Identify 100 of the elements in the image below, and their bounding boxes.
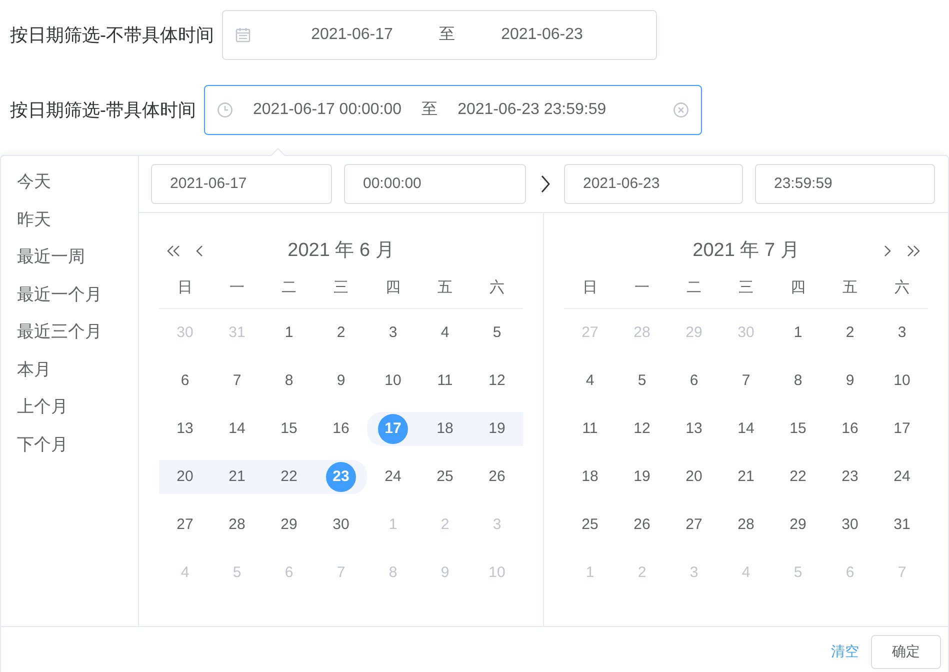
calendar-day[interactable]: 3 [378, 318, 408, 348]
calendar-day[interactable]: 31 [887, 510, 917, 540]
month-title: 2021 年 7 月 [692, 238, 800, 263]
calendar-day[interactable]: 26 [627, 510, 657, 540]
weekday-header: 日 [582, 278, 598, 298]
calendar-day[interactable]: 28 [222, 510, 252, 540]
calendar-day[interactable]: 27 [170, 510, 200, 540]
calendar-day[interactable]: 20 [679, 462, 709, 492]
weekday-header: 五 [436, 278, 454, 298]
month-title: 2021 年 6 月 [286, 238, 396, 263]
double-chevron-left-icon[interactable] [167, 245, 181, 257]
calendar-day[interactable]: 11 [575, 414, 605, 444]
calendar-day[interactable]: 13 [679, 414, 709, 444]
weekday-header: 四 [790, 278, 806, 298]
calendar-day[interactable]: 17 [887, 414, 917, 444]
calendar-day[interactable]: 25 [430, 462, 460, 492]
confirm-button[interactable]: 确定 [871, 634, 941, 668]
shortcut-item[interactable]: 昨天 [17, 206, 138, 243]
calendar-day[interactable]: 22 [783, 462, 813, 492]
calendar-day[interactable]: 4 [430, 318, 460, 348]
calendar-day[interactable]: 12 [482, 366, 512, 396]
calendar-day[interactable]: 9 [326, 366, 356, 396]
calendar-day[interactable]: 15 [274, 414, 304, 444]
calendar-day[interactable]: 3 [887, 318, 917, 348]
calendar-day[interactable]: 24 [887, 462, 917, 492]
chevron-right-icon[interactable] [882, 245, 892, 257]
chevron-right-icon [540, 175, 550, 193]
calendar-day[interactable]: 10 [378, 366, 408, 396]
calendar-day[interactable]: 16 [835, 414, 865, 444]
calendar-day[interactable]: 23 [835, 462, 865, 492]
shortcut-item[interactable]: 本月 [17, 356, 138, 393]
calendar-day[interactable]: 4 [575, 366, 605, 396]
double-chevron-right-icon[interactable] [906, 245, 920, 257]
calendar-day[interactable]: 7 [222, 366, 252, 396]
calendar-day[interactable]: 12 [627, 414, 657, 444]
calendar-day[interactable]: 21 [731, 462, 761, 492]
calendar-day[interactable]: 19 [482, 414, 512, 444]
calendar-day[interactable]: 6 [170, 366, 200, 396]
weekday-header: 三 [332, 278, 350, 298]
calendar-day[interactable]: 2 [326, 318, 356, 348]
calendar-day[interactable]: 1 [274, 318, 304, 348]
clock-icon [217, 102, 233, 118]
calendar-day[interactable]: 11 [430, 366, 460, 396]
calendar-day[interactable]: 30 [835, 510, 865, 540]
weekday-header: 日 [176, 278, 194, 298]
calendar-day[interactable]: 25 [575, 510, 605, 540]
date-range-field[interactable]: 2021-06-17 至 2021-06-23 [222, 10, 657, 60]
calendar-day[interactable]: 18 [575, 462, 605, 492]
start-date-value: 2021-06-17 [310, 25, 394, 45]
calendar-day[interactable]: 13 [170, 414, 200, 444]
shortcut-item[interactable]: 最近一周 [17, 243, 138, 280]
calendar-day[interactable]: 15 [783, 414, 813, 444]
calendar-day[interactable]: 2 [835, 318, 865, 348]
date-range-field[interactable]: 2021-06-17 00:00:00 至 2021-06-23 23:59:59 [204, 85, 702, 135]
range-separator: 至 [439, 25, 455, 45]
calendar-day[interactable]: 6 [679, 366, 709, 396]
shortcut-item[interactable]: 下个月 [17, 430, 138, 468]
calendar-day[interactable]: 21 [222, 462, 252, 492]
shortcut-item[interactable]: 最近三个月 [17, 318, 138, 356]
weekday-header: 六 [488, 278, 506, 298]
calendar-day[interactable]: 8 [783, 366, 813, 396]
weekday-header: 一 [228, 278, 246, 298]
calendar-day[interactable]: 19 [627, 462, 657, 492]
range-separator: 至 [422, 100, 438, 120]
start-date-value: 2021-06-17 00:00:00 [253, 100, 402, 120]
calendar-day[interactable]: 16 [326, 414, 356, 444]
calendar-day[interactable]: 20 [170, 462, 200, 492]
shortcut-item[interactable]: 上个月 [17, 393, 138, 430]
shortcut-item[interactable]: 今天 [17, 168, 138, 206]
calendar-day[interactable]: 8 [274, 366, 304, 396]
end-date-field[interactable]: 2021-06-23 [564, 164, 743, 204]
calendar-day[interactable]: 27 [679, 510, 709, 540]
end-time-field[interactable]: 23:59:59 [755, 164, 935, 204]
weekday-header: 三 [738, 278, 754, 298]
filter-label: 按日期筛选-带具体时间 [10, 98, 196, 122]
calendar-day[interactable]: 29 [783, 510, 813, 540]
weekday-header: 六 [894, 278, 910, 298]
calendar-day[interactable]: 1 [783, 318, 813, 348]
chevron-left-icon[interactable] [195, 245, 205, 257]
calendar-day[interactable]: 5 [627, 366, 657, 396]
calendar-day[interactable]: 14 [222, 414, 252, 444]
calendar-day[interactable]: 7 [731, 366, 761, 396]
filter-label: 按日期筛选-不带具体时间 [10, 24, 214, 46]
shortcut-item[interactable]: 最近一个月 [17, 280, 138, 318]
calendar-day[interactable]: 9 [835, 366, 865, 396]
calendar-day[interactable]: 28 [731, 510, 761, 540]
calendar-day[interactable]: 10 [887, 366, 917, 396]
start-time-field[interactable]: 00:00:00 [344, 164, 526, 204]
start-date-field[interactable]: 2021-06-17 [151, 164, 332, 204]
weekday-header: 一 [634, 278, 650, 298]
weekday-header: 五 [842, 278, 858, 298]
calendar-day[interactable]: 18 [430, 414, 460, 444]
calendar-day[interactable]: 22 [274, 462, 304, 492]
end-date-value: 2021-06-23 23:59:59 [458, 100, 606, 120]
calendar-day[interactable]: 14 [731, 414, 761, 444]
calendar-day[interactable]: 30 [326, 510, 356, 540]
calendar-day[interactable]: 26 [482, 462, 512, 492]
calendar-day[interactable]: 5 [482, 318, 512, 348]
calendar-day[interactable]: 24 [378, 462, 408, 492]
calendar-day[interactable]: 29 [274, 510, 304, 540]
